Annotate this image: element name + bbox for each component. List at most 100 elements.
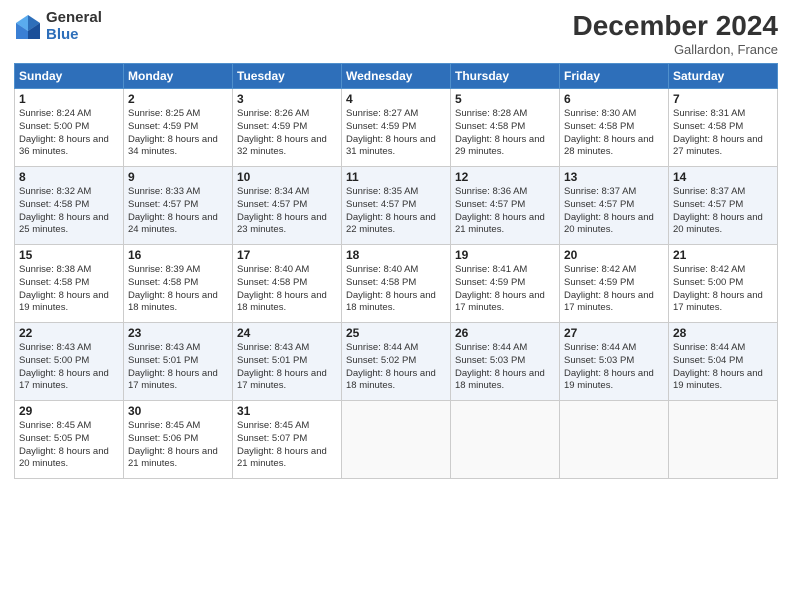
calendar-cell: 18 Sunrise: 8:40 AMSunset: 4:58 PMDaylig… — [342, 245, 451, 323]
cell-content: Sunrise: 8:42 AMSunset: 5:00 PMDaylight:… — [673, 264, 763, 313]
day-number: 22 — [19, 326, 119, 340]
day-number: 21 — [673, 248, 773, 262]
day-number: 7 — [673, 92, 773, 106]
day-number: 18 — [346, 248, 446, 262]
cell-content: Sunrise: 8:35 AMSunset: 4:57 PMDaylight:… — [346, 186, 436, 235]
calendar-cell: 22 Sunrise: 8:43 AMSunset: 5:00 PMDaylig… — [15, 323, 124, 401]
calendar-cell — [451, 401, 560, 479]
calendar-cell: 25 Sunrise: 8:44 AMSunset: 5:02 PMDaylig… — [342, 323, 451, 401]
calendar-cell: 26 Sunrise: 8:44 AMSunset: 5:03 PMDaylig… — [451, 323, 560, 401]
calendar-cell: 10 Sunrise: 8:34 AMSunset: 4:57 PMDaylig… — [233, 167, 342, 245]
calendar-cell: 30 Sunrise: 8:45 AMSunset: 5:06 PMDaylig… — [124, 401, 233, 479]
day-number: 16 — [128, 248, 228, 262]
day-number: 24 — [237, 326, 337, 340]
day-number: 6 — [564, 92, 664, 106]
calendar-week-row: 15 Sunrise: 8:38 AMSunset: 4:58 PMDaylig… — [15, 245, 778, 323]
day-number: 30 — [128, 404, 228, 418]
month-title: December 2024 — [573, 10, 778, 42]
day-number: 3 — [237, 92, 337, 106]
page-container: General Blue December 2024 Gallardon, Fr… — [0, 0, 792, 612]
day-number: 11 — [346, 170, 446, 184]
logo-text: General Blue — [46, 10, 102, 43]
calendar-cell: 3 Sunrise: 8:26 AMSunset: 4:59 PMDayligh… — [233, 89, 342, 167]
cell-content: Sunrise: 8:31 AMSunset: 4:58 PMDaylight:… — [673, 108, 763, 157]
calendar-day-header: Monday — [124, 64, 233, 89]
day-number: 9 — [128, 170, 228, 184]
day-number: 31 — [237, 404, 337, 418]
day-number: 13 — [564, 170, 664, 184]
calendar-cell: 13 Sunrise: 8:37 AMSunset: 4:57 PMDaylig… — [560, 167, 669, 245]
day-number: 14 — [673, 170, 773, 184]
calendar-week-row: 22 Sunrise: 8:43 AMSunset: 5:00 PMDaylig… — [15, 323, 778, 401]
cell-content: Sunrise: 8:25 AMSunset: 4:59 PMDaylight:… — [128, 108, 218, 157]
calendar-week-row: 29 Sunrise: 8:45 AMSunset: 5:05 PMDaylig… — [15, 401, 778, 479]
cell-content: Sunrise: 8:43 AMSunset: 5:01 PMDaylight:… — [128, 342, 218, 391]
day-number: 20 — [564, 248, 664, 262]
calendar-cell — [669, 401, 778, 479]
calendar-day-header: Saturday — [669, 64, 778, 89]
day-number: 4 — [346, 92, 446, 106]
cell-content: Sunrise: 8:40 AMSunset: 4:58 PMDaylight:… — [346, 264, 436, 313]
calendar-cell — [342, 401, 451, 479]
cell-content: Sunrise: 8:36 AMSunset: 4:57 PMDaylight:… — [455, 186, 545, 235]
cell-content: Sunrise: 8:34 AMSunset: 4:57 PMDaylight:… — [237, 186, 327, 235]
calendar-cell: 15 Sunrise: 8:38 AMSunset: 4:58 PMDaylig… — [15, 245, 124, 323]
cell-content: Sunrise: 8:43 AMSunset: 5:01 PMDaylight:… — [237, 342, 327, 391]
cell-content: Sunrise: 8:44 AMSunset: 5:04 PMDaylight:… — [673, 342, 763, 391]
cell-content: Sunrise: 8:32 AMSunset: 4:58 PMDaylight:… — [19, 186, 109, 235]
calendar-cell: 9 Sunrise: 8:33 AMSunset: 4:57 PMDayligh… — [124, 167, 233, 245]
cell-content: Sunrise: 8:27 AMSunset: 4:59 PMDaylight:… — [346, 108, 436, 157]
calendar-cell: 24 Sunrise: 8:43 AMSunset: 5:01 PMDaylig… — [233, 323, 342, 401]
cell-content: Sunrise: 8:42 AMSunset: 4:59 PMDaylight:… — [564, 264, 654, 313]
cell-content: Sunrise: 8:44 AMSunset: 5:02 PMDaylight:… — [346, 342, 436, 391]
cell-content: Sunrise: 8:24 AMSunset: 5:00 PMDaylight:… — [19, 108, 109, 157]
calendar-day-header: Friday — [560, 64, 669, 89]
day-number: 27 — [564, 326, 664, 340]
cell-content: Sunrise: 8:44 AMSunset: 5:03 PMDaylight:… — [455, 342, 545, 391]
calendar-cell: 12 Sunrise: 8:36 AMSunset: 4:57 PMDaylig… — [451, 167, 560, 245]
day-number: 26 — [455, 326, 555, 340]
cell-content: Sunrise: 8:30 AMSunset: 4:58 PMDaylight:… — [564, 108, 654, 157]
calendar-cell: 21 Sunrise: 8:42 AMSunset: 5:00 PMDaylig… — [669, 245, 778, 323]
day-number: 8 — [19, 170, 119, 184]
cell-content: Sunrise: 8:43 AMSunset: 5:00 PMDaylight:… — [19, 342, 109, 391]
day-number: 17 — [237, 248, 337, 262]
calendar-cell: 11 Sunrise: 8:35 AMSunset: 4:57 PMDaylig… — [342, 167, 451, 245]
calendar-cell: 8 Sunrise: 8:32 AMSunset: 4:58 PMDayligh… — [15, 167, 124, 245]
day-number: 1 — [19, 92, 119, 106]
day-number: 15 — [19, 248, 119, 262]
calendar-header-row: SundayMondayTuesdayWednesdayThursdayFrid… — [15, 64, 778, 89]
location: Gallardon, France — [573, 42, 778, 57]
calendar-cell: 16 Sunrise: 8:39 AMSunset: 4:58 PMDaylig… — [124, 245, 233, 323]
day-number: 12 — [455, 170, 555, 184]
calendar-cell: 19 Sunrise: 8:41 AMSunset: 4:59 PMDaylig… — [451, 245, 560, 323]
calendar-week-row: 1 Sunrise: 8:24 AMSunset: 5:00 PMDayligh… — [15, 89, 778, 167]
calendar-cell: 17 Sunrise: 8:40 AMSunset: 4:58 PMDaylig… — [233, 245, 342, 323]
cell-content: Sunrise: 8:45 AMSunset: 5:07 PMDaylight:… — [237, 420, 327, 469]
logo-general-text: General — [46, 10, 102, 27]
logo-blue-text: Blue — [46, 27, 102, 44]
header: General Blue December 2024 Gallardon, Fr… — [14, 10, 778, 57]
calendar-cell: 5 Sunrise: 8:28 AMSunset: 4:58 PMDayligh… — [451, 89, 560, 167]
day-number: 25 — [346, 326, 446, 340]
calendar-day-header: Tuesday — [233, 64, 342, 89]
calendar-day-header: Thursday — [451, 64, 560, 89]
cell-content: Sunrise: 8:44 AMSunset: 5:03 PMDaylight:… — [564, 342, 654, 391]
cell-content: Sunrise: 8:37 AMSunset: 4:57 PMDaylight:… — [564, 186, 654, 235]
cell-content: Sunrise: 8:28 AMSunset: 4:58 PMDaylight:… — [455, 108, 545, 157]
day-number: 23 — [128, 326, 228, 340]
day-number: 5 — [455, 92, 555, 106]
cell-content: Sunrise: 8:41 AMSunset: 4:59 PMDaylight:… — [455, 264, 545, 313]
day-number: 28 — [673, 326, 773, 340]
calendar-cell: 2 Sunrise: 8:25 AMSunset: 4:59 PMDayligh… — [124, 89, 233, 167]
logo: General Blue — [14, 10, 102, 43]
title-block: December 2024 Gallardon, France — [573, 10, 778, 57]
day-number: 10 — [237, 170, 337, 184]
cell-content: Sunrise: 8:26 AMSunset: 4:59 PMDaylight:… — [237, 108, 327, 157]
day-number: 29 — [19, 404, 119, 418]
calendar-cell: 20 Sunrise: 8:42 AMSunset: 4:59 PMDaylig… — [560, 245, 669, 323]
calendar-cell: 28 Sunrise: 8:44 AMSunset: 5:04 PMDaylig… — [669, 323, 778, 401]
calendar-day-header: Sunday — [15, 64, 124, 89]
calendar-cell: 1 Sunrise: 8:24 AMSunset: 5:00 PMDayligh… — [15, 89, 124, 167]
calendar-cell — [560, 401, 669, 479]
